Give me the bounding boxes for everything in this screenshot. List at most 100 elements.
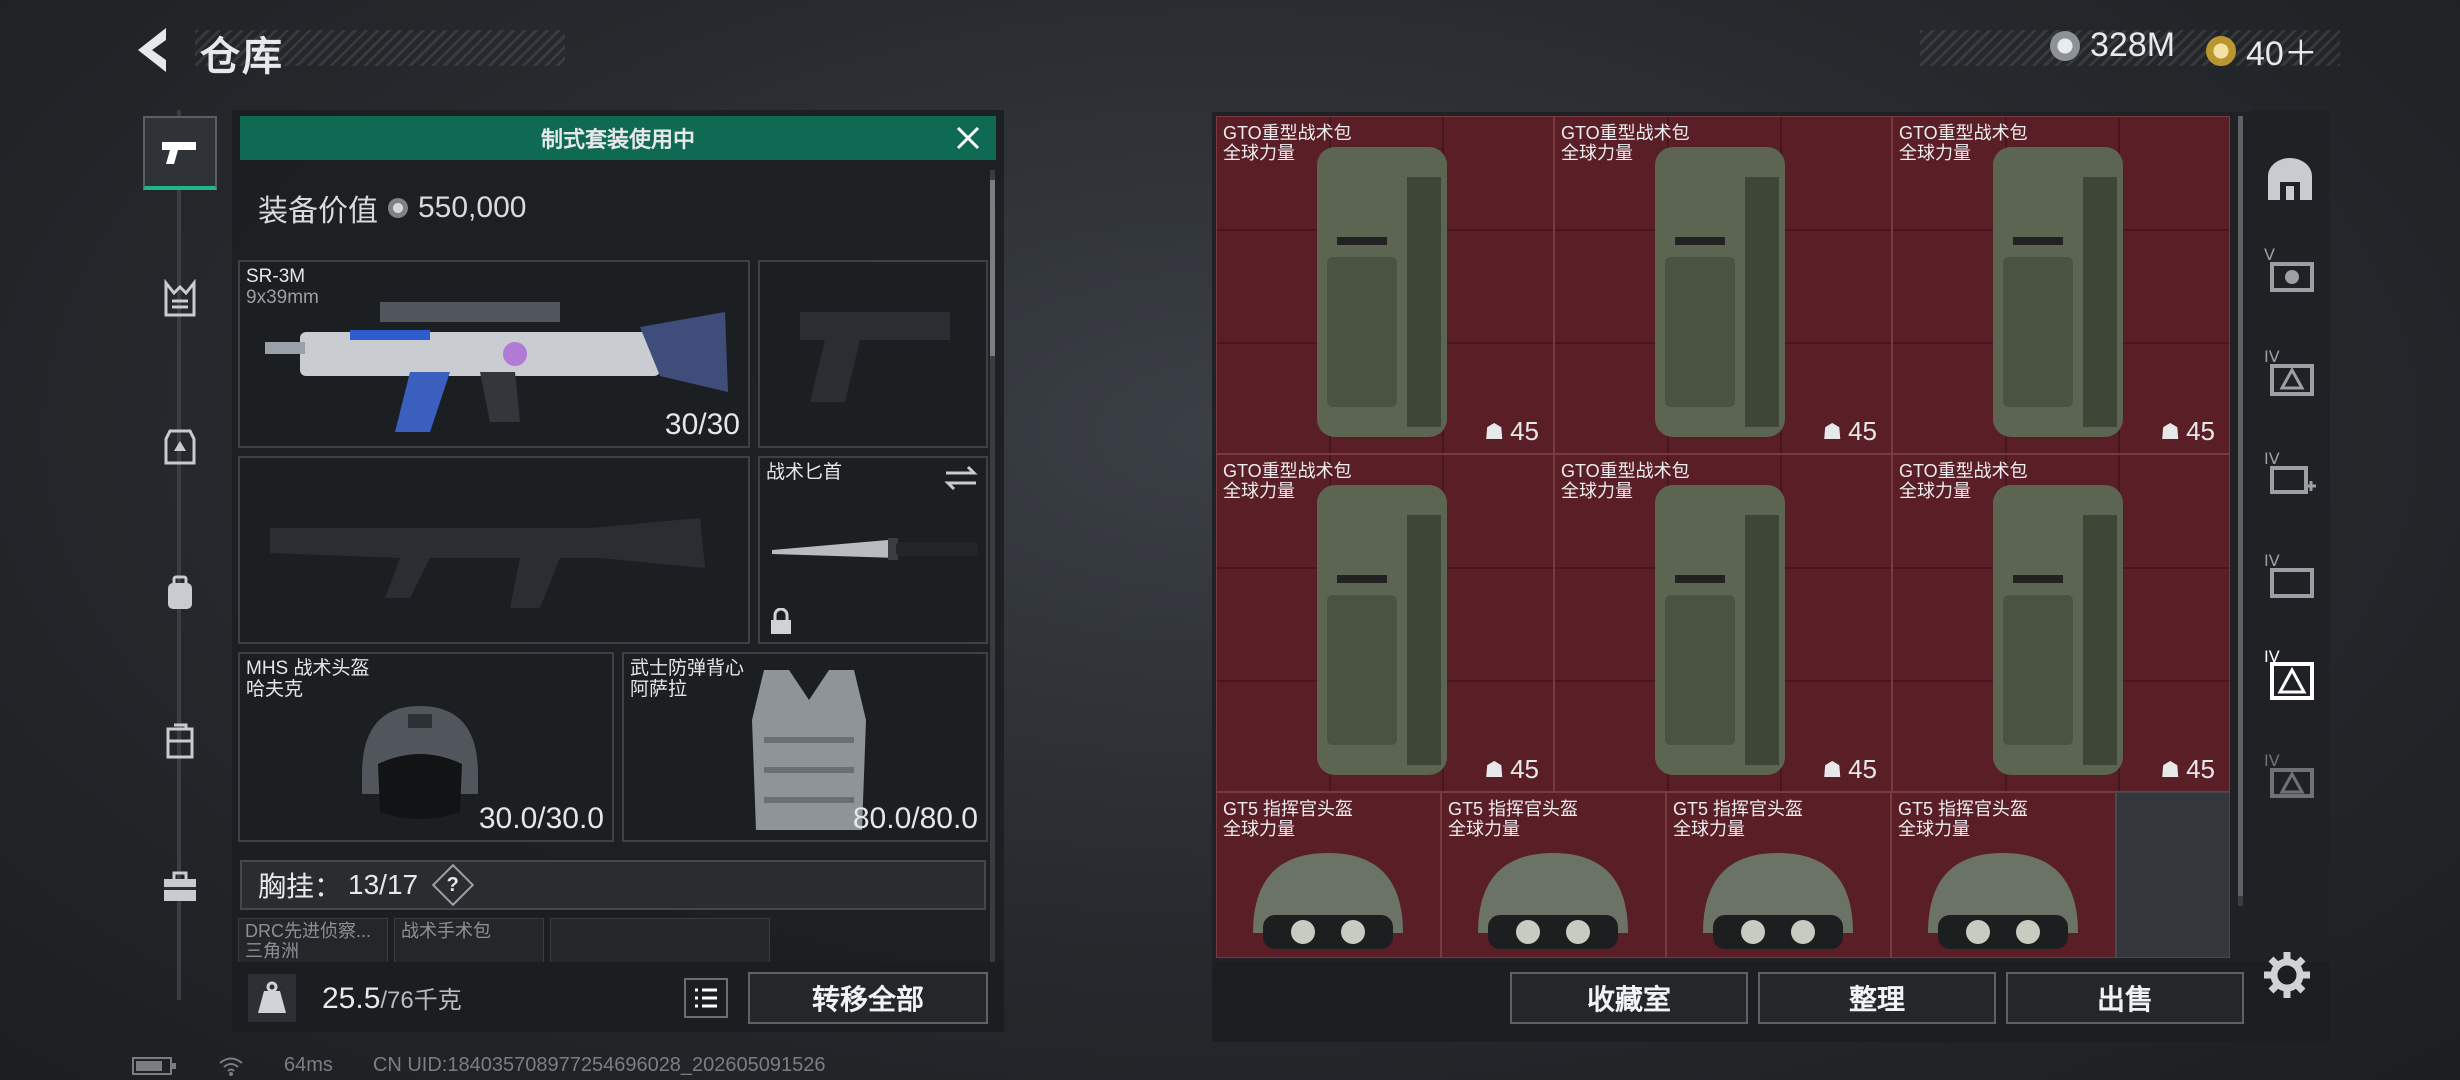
nav-chest-rig[interactable] <box>143 262 217 336</box>
svg-text:IV: IV <box>2264 449 2280 468</box>
primary-weapon-slot[interactable]: SR-3M 9x39mm 30/30 <box>238 260 750 448</box>
silver-coin-icon <box>2050 30 2080 61</box>
storage-item[interactable]: GT5 指挥官头盔 全球力量 <box>1666 792 1891 958</box>
nav-storage-page-2[interactable]: IV <box>2260 342 2320 402</box>
helmet-icon <box>1478 853 1628 949</box>
backpack-icon <box>1317 147 1447 437</box>
banner-text: 制式套装使用中 <box>540 127 695 152</box>
chest-label: 胸挂： <box>258 871 343 902</box>
storage-item[interactable]: GTO重型战术包 全球力量 ☗ 45 <box>1892 116 2230 454</box>
transfer-all-button[interactable]: 转移全部 <box>748 972 988 1024</box>
nav-weapons[interactable] <box>143 116 217 190</box>
pouch-slot-empty[interactable] <box>550 918 770 966</box>
knife-slot[interactable]: 战术匕首 <box>758 456 988 644</box>
backpack-icon <box>1993 147 2123 437</box>
tier-icon: ☗ <box>2160 756 2181 782</box>
list-icon <box>695 988 717 1008</box>
backpack-icon <box>1317 485 1447 775</box>
chest-count: 13/17 <box>348 869 419 900</box>
helmet-slot[interactable]: MHS 战术头盔 哈夫克 30.0/30.0 <box>238 652 614 842</box>
help-icon[interactable]: ? <box>431 863 475 907</box>
close-icon[interactable] <box>954 124 982 152</box>
pistol-placeholder-icon <box>800 312 950 402</box>
top-bar: 仓库 328M 40＋ <box>0 0 2460 100</box>
storage-item[interactable]: GTO重型战术包 全球力量 ☗ 45 <box>1216 116 1554 454</box>
nav-storage-page-6[interactable]: IV <box>2260 746 2320 806</box>
nav-storage-page-4[interactable]: IV <box>2260 546 2320 606</box>
storage-page-icon: IV <box>2264 449 2316 494</box>
pouch-slot[interactable]: 战术手术包 <box>394 918 544 966</box>
nav-storage-page-5-active[interactable]: IV <box>2260 644 2320 704</box>
list-button[interactable] <box>684 978 728 1018</box>
storage-footer: 收藏室 整理 出售 <box>1212 962 2330 1042</box>
page-title: 仓库 <box>200 35 284 79</box>
nav-storage-page-3[interactable]: IV <box>2260 444 2320 504</box>
settings-gear-icon[interactable] <box>2262 950 2312 1000</box>
backpack-icon <box>1993 485 2123 775</box>
storage-item[interactable]: GTO重型战术包 全球力量 ☗ 45 <box>1554 454 1892 792</box>
storage-item[interactable]: GT5 指挥官头盔 全球力量 <box>1441 792 1666 958</box>
wifi-icon <box>219 1057 243 1076</box>
loadout-footer: 25.5/76千克 转移全部 <box>232 962 1004 1032</box>
svg-text:IV: IV <box>2264 751 2280 770</box>
sidearm-slot[interactable] <box>758 260 988 448</box>
storage-item[interactable]: GTO重型战术包 全球力量 ☗ 45 <box>1892 454 2230 792</box>
storage-page-icon: IV <box>2264 347 2314 396</box>
nav-armor[interactable] <box>143 410 217 484</box>
tier-icon: ☗ <box>1822 756 1843 782</box>
storage-scrollbar[interactable] <box>2238 116 2243 906</box>
silver-coin-icon <box>388 198 408 218</box>
helmet-icon <box>1253 853 1403 949</box>
silver-amount: 328M <box>2090 26 2176 64</box>
gold-currency[interactable]: 40＋ <box>2206 26 2318 75</box>
collection-room-button[interactable]: 收藏室 <box>1510 972 1748 1024</box>
secondary-weapon-slot[interactable] <box>238 456 750 644</box>
sell-button[interactable]: 出售 <box>2006 972 2244 1024</box>
status-bar: 64ms CN UID:18403570897725469602​8_20260… <box>132 1054 826 1077</box>
loadout-banner: 制式套装使用中 <box>240 116 996 160</box>
value-amount: 550,000 <box>418 191 527 224</box>
swap-icon[interactable] <box>944 464 978 492</box>
nav-storage-home[interactable] <box>2260 150 2320 210</box>
storage-page-icon: IV <box>2264 647 2314 700</box>
storage-grid: GTO重型战术包 全球力量 ☗ 45 GTO重型战术包 全球力量 ☗ 45 GT… <box>1216 116 2234 958</box>
pouch-slot[interactable]: DRC先进侦察... 三角洲 <box>238 918 388 966</box>
empty-grid-cell[interactable] <box>2116 792 2230 958</box>
rifle-icon <box>265 302 728 432</box>
helmet-icon <box>1703 853 1853 949</box>
storage-page-icon: IV <box>2264 751 2314 798</box>
ammo-count: 30/30 <box>664 408 740 441</box>
storage-item[interactable]: GTO重型战术包 全球力量 ☗ 45 <box>1216 454 1554 792</box>
weight-icon <box>248 974 296 1022</box>
tier-icon: ☗ <box>1484 418 1505 444</box>
slot-name: 武士防弹背心 阿萨拉 <box>630 658 745 700</box>
svg-text:V: V <box>2264 245 2275 264</box>
backpack-icon <box>1655 485 1785 775</box>
nav-toolbox[interactable] <box>143 850 217 924</box>
sort-button[interactable]: 整理 <box>1758 972 1996 1024</box>
armor-slot[interactable]: 武士防弹背心 阿萨拉 80.0/80.0 <box>622 652 988 842</box>
nav-case[interactable] <box>143 704 217 778</box>
chest-rig-icon <box>164 279 196 317</box>
case-icon <box>166 723 194 759</box>
user-id: CN UID:18403570897725469602​8_2026050915… <box>372 1054 826 1076</box>
pistol-icon <box>162 142 196 164</box>
storage-item[interactable]: GT5 指挥官头盔 全球力量 <box>1891 792 2116 958</box>
tier-icon: ☗ <box>2160 418 2181 444</box>
loadout-scrollbar[interactable] <box>990 170 995 1030</box>
chest-rig-bar[interactable]: 胸挂： 13/17 ? <box>240 860 986 910</box>
battery-icon <box>132 1056 176 1075</box>
backpack-icon <box>1655 147 1785 437</box>
storage-panel: GTO重型战术包 全球力量 ☗ 45 GTO重型战术包 全球力量 ☗ 45 GT… <box>1212 112 2330 1042</box>
helmet-durability: 30.0/30.0 <box>478 802 604 835</box>
back-arrow-icon[interactable] <box>130 22 180 78</box>
storage-item[interactable]: GTO重型战术包 全球力量 ☗ 45 <box>1554 116 1892 454</box>
storage-page-icon: IV <box>2264 551 2314 598</box>
gold-coin-icon <box>2206 35 2236 66</box>
lock-icon <box>771 608 791 634</box>
nav-backpack[interactable] <box>143 556 217 630</box>
nav-storage-page-1[interactable]: V <box>2260 240 2320 300</box>
storage-item[interactable]: GT5 指挥官头盔 全球力量 <box>1216 792 1441 958</box>
arch-icon <box>2268 158 2312 200</box>
silver-currency: 328M <box>2050 26 2175 65</box>
